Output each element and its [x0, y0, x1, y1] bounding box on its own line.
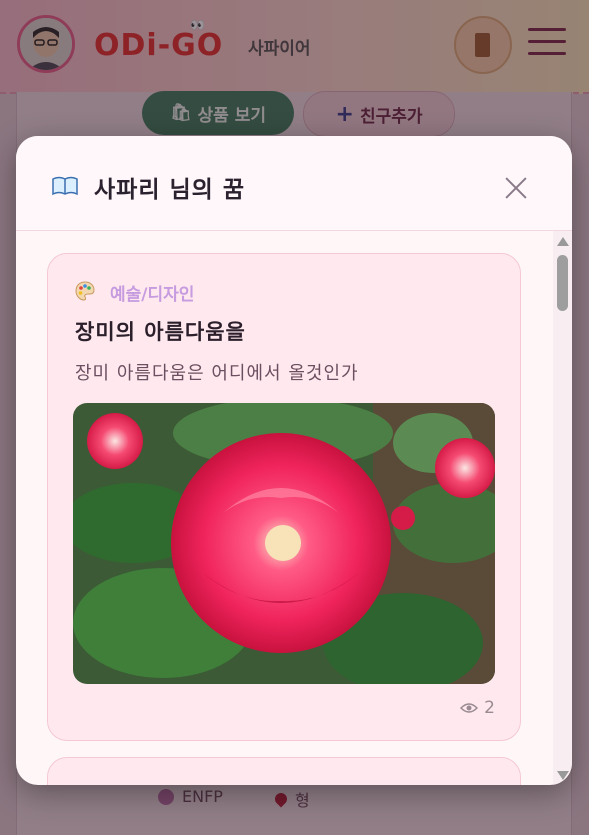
- scrollbar[interactable]: [553, 231, 572, 785]
- scroll-thumb[interactable]: [557, 255, 568, 311]
- scroll-up-icon[interactable]: [557, 237, 569, 246]
- category-label: 예술/디자인: [110, 285, 195, 305]
- book-icon: [52, 176, 78, 196]
- dream-card[interactable]: [47, 757, 521, 785]
- palette-icon: [75, 281, 95, 301]
- dream-subtitle: 장미 아름다움은 어디에서 올것인가: [75, 363, 359, 384]
- dream-card[interactable]: 예술/디자인 장미의 아름다움을 장미 아름다움은 어디에서 올것인가 2: [47, 253, 521, 741]
- eye-icon: [460, 703, 479, 713]
- close-icon[interactable]: [504, 176, 528, 200]
- modal-header: 사파리 님의 꿈: [16, 136, 572, 231]
- modal-body: 예술/디자인 장미의 아름다움을 장미 아름다움은 어디에서 올것인가 2: [16, 231, 572, 785]
- dream-modal: 사파리 님의 꿈 예술/디자인 장미의 아름다움을 장미 아름다움은 어디에서 …: [16, 136, 572, 785]
- view-count: 2: [460, 698, 495, 718]
- modal-title: 사파리 님의 꿈: [94, 176, 245, 203]
- scroll-down-icon[interactable]: [557, 771, 569, 780]
- dream-title: 장미의 아름다움을: [75, 319, 246, 344]
- dream-image[interactable]: [73, 403, 495, 684]
